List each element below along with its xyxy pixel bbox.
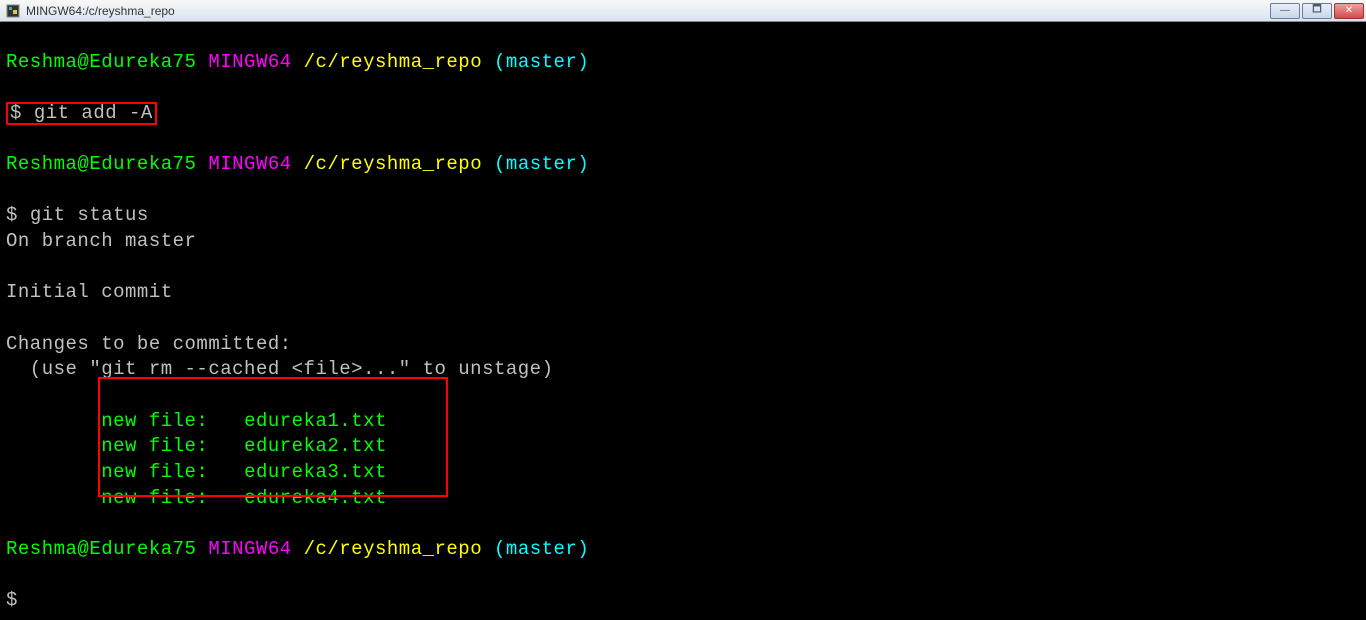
status-line: (use "git rm --cached <file>..." to unst… <box>6 358 554 380</box>
new-file-name: edureka4.txt <box>244 487 387 509</box>
window-controls: — 🗖 ✕ <box>1270 0 1364 21</box>
prompt-symbol: $ <box>10 102 22 124</box>
new-file-name: edureka3.txt <box>244 461 387 483</box>
env-label: MINGW64 <box>208 538 291 560</box>
entered-command: git add -A <box>34 102 153 124</box>
highlight-box-command: $ git add -A <box>6 102 157 125</box>
git-branch: (master) <box>494 51 589 73</box>
git-branch: (master) <box>494 538 589 560</box>
entered-command: git status <box>30 204 149 226</box>
cwd-path: /c/reyshma_repo <box>304 51 483 73</box>
cwd-path: /c/reyshma_repo <box>304 538 483 560</box>
new-file-label: new file: <box>101 487 208 509</box>
cwd-path: /c/reyshma_repo <box>304 153 483 175</box>
terminal-output[interactable]: Reshma@Edureka75 MINGW64 /c/reyshma_repo… <box>0 22 1366 620</box>
new-file-label: new file: <box>101 410 208 432</box>
status-line: Changes to be committed: <box>6 333 292 355</box>
status-line: Initial commit <box>6 281 173 303</box>
user-host: Reshma@Edureka75 <box>6 51 196 73</box>
window-title: MINGW64:/c/reyshma_repo <box>26 4 175 18</box>
mingw-icon <box>6 4 20 18</box>
user-host: Reshma@Edureka75 <box>6 153 196 175</box>
window-titlebar: MINGW64:/c/reyshma_repo — 🗖 ✕ <box>0 0 1366 22</box>
env-label: MINGW64 <box>208 153 291 175</box>
env-label: MINGW64 <box>208 51 291 73</box>
new-file-name: edureka2.txt <box>244 435 387 457</box>
minimize-button[interactable]: — <box>1270 3 1300 19</box>
prompt-line-2: Reshma@Edureka75 MINGW64 /c/reyshma_repo… <box>6 152 1360 178</box>
prompt-line-3: Reshma@Edureka75 MINGW64 /c/reyshma_repo… <box>6 537 1360 563</box>
prompt-symbol: $ <box>6 204 18 226</box>
user-host: Reshma@Edureka75 <box>6 538 196 560</box>
new-file-label: new file: <box>101 435 208 457</box>
status-line: On branch master <box>6 230 196 252</box>
staged-files-block: new file: edureka1.txt new file: edureka… <box>6 383 387 511</box>
prompt-line-1: Reshma@Edureka75 MINGW64 /c/reyshma_repo… <box>6 50 1360 76</box>
git-branch: (master) <box>494 153 589 175</box>
new-file-label: new file: <box>101 461 208 483</box>
close-button[interactable]: ✕ <box>1334 3 1364 19</box>
prompt-symbol: $ <box>6 589 18 611</box>
new-file-name: edureka1.txt <box>244 410 387 432</box>
maximize-button[interactable]: 🗖 <box>1302 3 1332 19</box>
